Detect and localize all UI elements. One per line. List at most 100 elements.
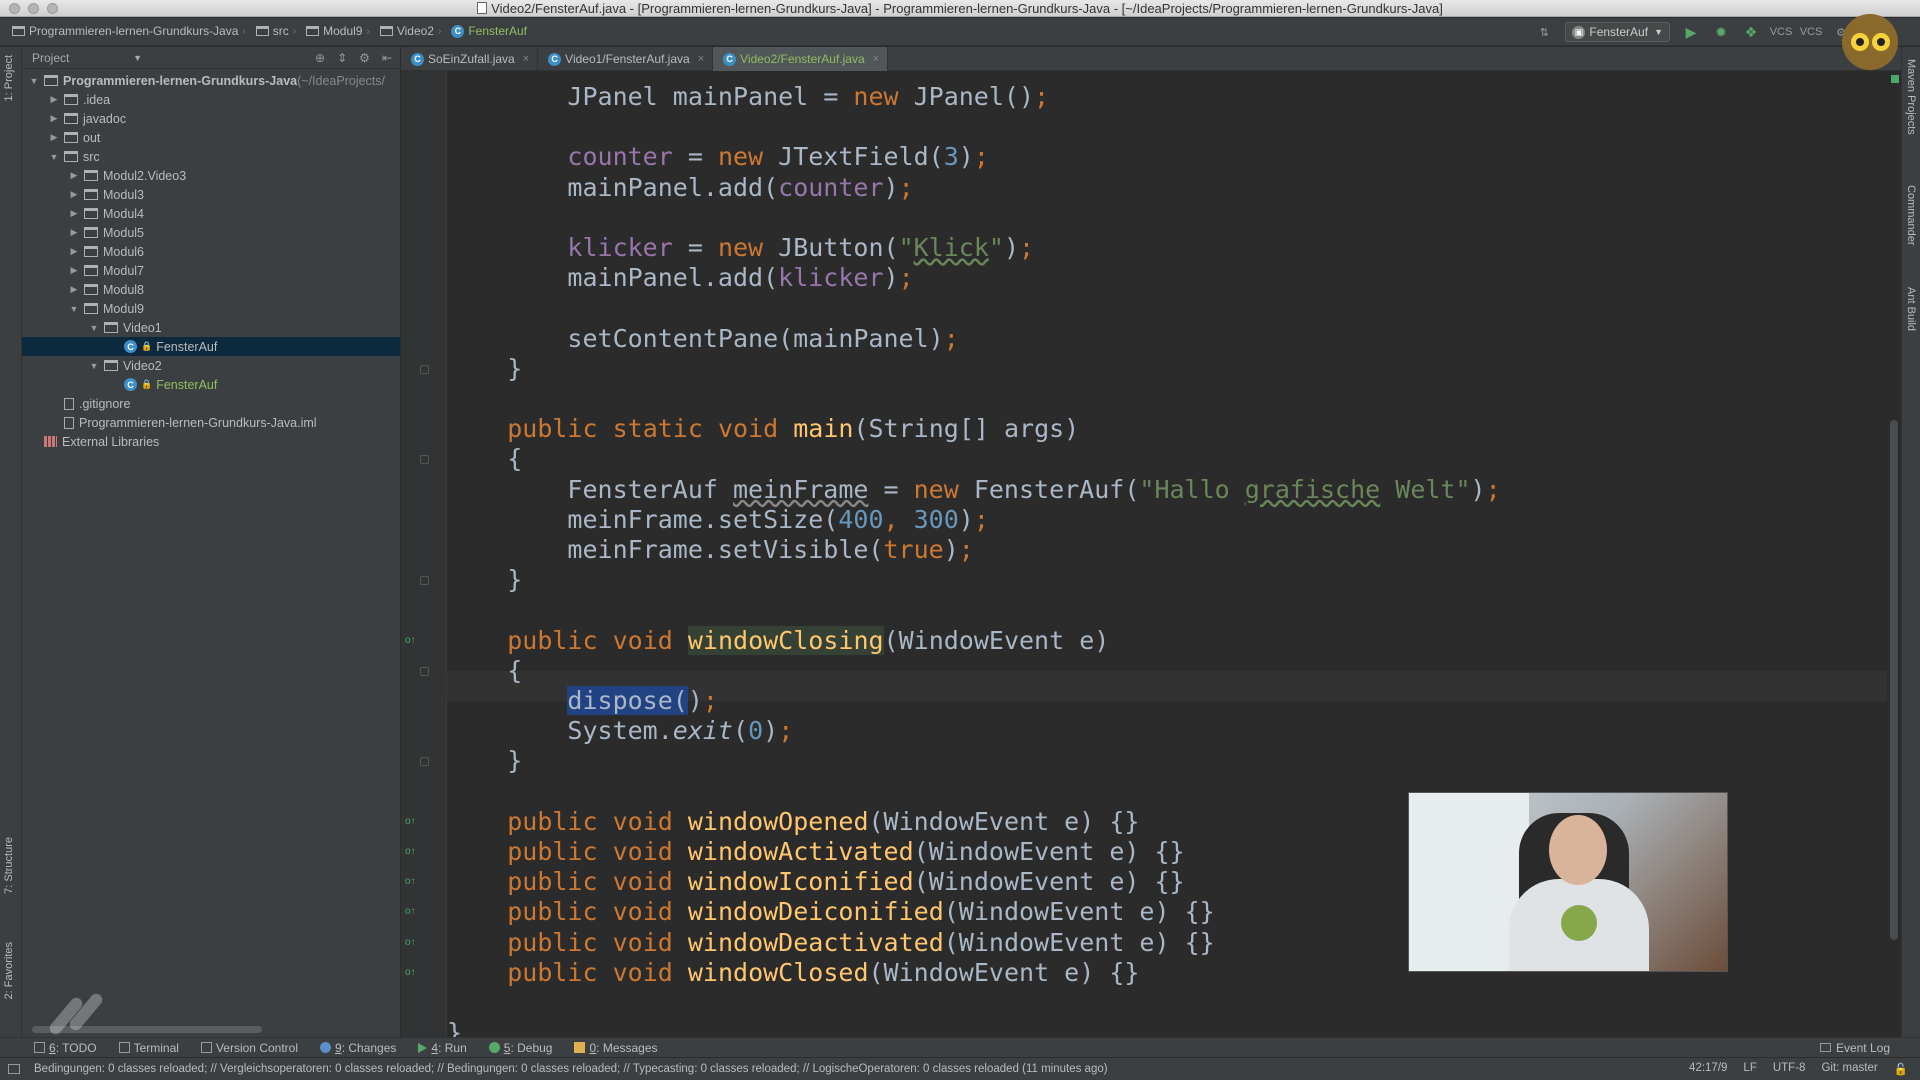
gear-icon[interactable]: ⚙ [359,51,370,65]
override-method-icon[interactable]: o↑ [405,967,416,978]
tree-item[interactable]: ▶ Modul8 [22,280,400,299]
collapsed-arrow-icon[interactable]: ▶ [68,246,80,257]
fold-marker-icon[interactable] [420,364,429,374]
tree-item[interactable]: ▶ out [22,128,400,147]
editor-tab[interactable]: C SoEinZufall.java × [401,47,539,71]
override-method-icon[interactable]: o↑ [405,846,416,857]
tree-item[interactable]: C 🔒 FensterAuf [22,337,400,356]
breadcrumb-item[interactable]: src › [255,24,300,38]
editor-tab[interactable]: C Video1/FensterAuf.java × [538,47,714,71]
tab-structure[interactable]: 7: Structure [3,837,15,894]
tree-item[interactable]: ▼ Modul9 [22,299,400,318]
tab-maven-projects[interactable]: Maven Projects [1905,59,1917,135]
close-icon[interactable]: × [523,53,529,65]
file-icon [477,2,488,14]
project-view-select[interactable]: Project ▼ [32,51,142,65]
run-configuration-select[interactable]: ▣ FensterAuf ▼ [1565,22,1670,42]
tree-item[interactable]: External Libraries [22,432,400,451]
hide-panel-icon[interactable]: ⇤ [382,51,392,65]
debug-icon[interactable]: ✹ [1712,23,1730,41]
fold-marker-icon[interactable] [420,455,429,465]
override-method-icon[interactable]: o↑ [405,816,416,827]
collapsed-arrow-icon[interactable]: ▶ [68,265,80,276]
tool-windows-toggle-icon[interactable] [8,1064,20,1074]
file-encoding[interactable]: UTF-8 [1773,1062,1806,1076]
vcs-commit-icon[interactable]: VCS [1800,23,1823,41]
expanded-arrow-icon[interactable]: ▼ [68,304,80,314]
collapsed-arrow-icon[interactable]: ▶ [68,208,80,219]
expanded-arrow-icon[interactable]: ▼ [88,361,100,371]
code-line: public void windowOpened(WindowEvent e) … [507,806,1140,836]
fold-marker-icon[interactable] [420,757,429,767]
override-method-icon[interactable]: o↑ [405,937,416,948]
locate-icon[interactable]: ⊕ [315,51,325,65]
tool-window-terminal[interactable]: Terminal [118,1041,179,1055]
line-separator[interactable]: LF [1743,1062,1756,1076]
build-icon[interactable]: ⇅ [1535,23,1553,41]
tree-item[interactable]: ▶ Modul3 [22,185,400,204]
breadcrumb-item[interactable]: Modul9 › [306,24,374,38]
tool-window-todo[interactable]: 6: TODO [34,1041,97,1055]
vcs-update-icon[interactable]: VCS [1770,23,1793,41]
tab-project[interactable]: 1: Project [3,55,15,101]
tool-window-debug[interactable]: 5: Debug [488,1041,552,1055]
tree-item[interactable]: ▼ Programmieren-lernen-Grundkurs-Java (~/… [22,71,400,90]
vertical-scrollbar[interactable] [1890,420,1898,940]
collapsed-arrow-icon[interactable]: ▶ [68,284,80,295]
event-log-button[interactable]: Event Log [1819,1041,1890,1055]
collapsed-arrow-icon[interactable]: ▶ [68,189,80,200]
collapsed-arrow-icon[interactable]: ▶ [48,113,60,124]
expanded-arrow-icon[interactable]: ▼ [48,152,60,162]
override-method-icon[interactable]: o↑ [405,906,416,917]
tab-commander[interactable]: Commander [1905,185,1917,246]
breadcrumb-item[interactable]: C FensterAuf [451,24,527,38]
tab-favorites[interactable]: 2: Favorites [3,942,15,999]
status-message[interactable]: Bedingungen: 0 classes reloaded; // Verg… [34,1063,1108,1075]
override-method-icon[interactable]: o↑ [405,635,416,646]
tool-window-changes[interactable]: 9: Changes [320,1041,396,1055]
collapsed-arrow-icon[interactable]: ▶ [68,227,80,238]
tool-window-versioncontrol[interactable]: Version Control [200,1041,298,1055]
close-icon[interactable]: × [698,53,704,65]
tree-item[interactable]: ▶ Modul6 [22,242,400,261]
tool-window-run[interactable]: 4: Run [418,1041,467,1055]
tab-ant-build[interactable]: Ant Build [1905,287,1917,331]
collapsed-arrow-icon[interactable]: ▶ [48,94,60,105]
editor-tab[interactable]: C Video2/FensterAuf.java × [713,47,889,71]
tree-item[interactable]: ▼ src [22,147,400,166]
tree-item[interactable]: ▶ Modul2.Video3 [22,166,400,185]
fold-marker-icon[interactable] [420,666,429,676]
close-icon[interactable]: × [873,53,879,65]
tree-item-path: (~/IdeaProjects/ [297,73,385,88]
run-icon[interactable]: ▶ [1682,23,1700,41]
tree-item[interactable]: Programmieren-lernen-Grundkurs-Java.iml [22,413,400,432]
owl-eye [1871,33,1890,51]
file-icon [64,397,74,410]
lock-icon[interactable]: 🔓 [1894,1062,1908,1076]
tree-item[interactable]: ▼ Video2 [22,356,400,375]
fold-marker-icon[interactable] [420,576,429,586]
git-branch[interactable]: Git: master [1821,1062,1877,1076]
collapsed-arrow-icon[interactable]: ▶ [68,170,80,181]
breadcrumb-item[interactable]: Video2 › [379,24,446,38]
tree-item-label: Modul5 [103,225,144,240]
caret-position[interactable]: 42:17/9 [1689,1062,1727,1076]
tree-item[interactable]: ▼ Video1 [22,318,400,337]
tree-item[interactable]: C 🔒 FensterAuf [22,375,400,394]
expanded-arrow-icon[interactable]: ▼ [88,323,100,333]
tree-item[interactable]: ▶ Modul4 [22,204,400,223]
expanded-arrow-icon[interactable]: ▼ [28,76,40,86]
class-icon: C [723,52,737,66]
tree-item[interactable]: ▶ javadoc [22,109,400,128]
collapse-all-icon[interactable]: ⇕ [337,51,347,65]
tree-item[interactable]: ▶ Modul7 [22,261,400,280]
collapsed-arrow-icon[interactable]: ▶ [48,132,60,143]
tree-item[interactable]: ▶ Modul5 [22,223,400,242]
coverage-icon[interactable]: ❖ [1742,23,1760,41]
folder-icon [84,189,98,200]
override-method-icon[interactable]: o↑ [405,876,416,887]
breadcrumb-item[interactable]: Programmieren-lernen-Grundkurs-Java › [12,24,250,38]
tree-item[interactable]: ▶ .idea [22,90,400,109]
tree-item[interactable]: .gitignore [22,394,400,413]
tool-window-messages[interactable]: 0: Messages [574,1041,658,1055]
